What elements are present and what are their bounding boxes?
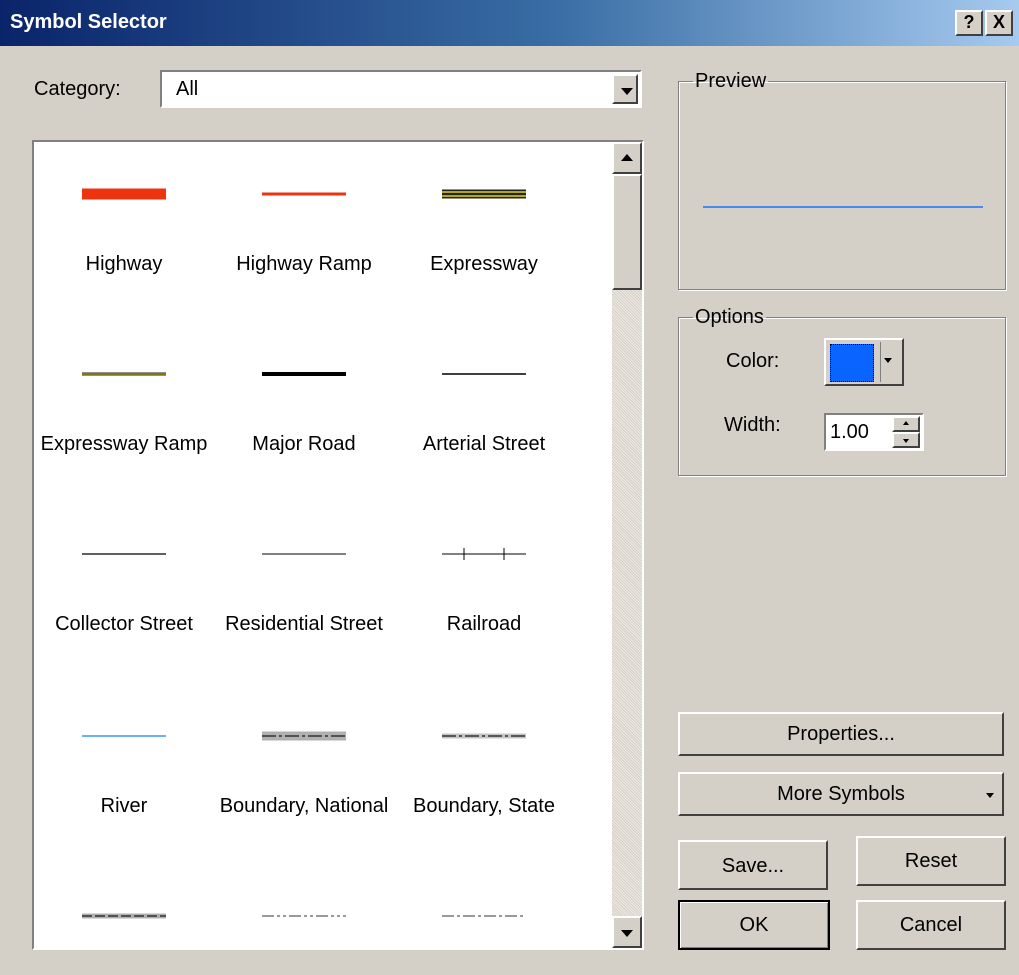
boundary-state-symbol: [394, 726, 574, 746]
residential-street-symbol: [214, 544, 394, 564]
title-bar: Symbol Selector ? X: [0, 0, 1019, 46]
scroll-down-button[interactable]: [612, 916, 642, 948]
chevron-down-icon: [884, 358, 892, 363]
width-value: 1.00: [830, 421, 869, 443]
major-road-symbol: [214, 364, 394, 384]
category-label: Category:: [34, 78, 121, 100]
chevron-up-icon: [903, 421, 909, 425]
category-dropdown-button[interactable]: [612, 74, 638, 104]
chevron-down-icon: [621, 88, 633, 95]
width-input[interactable]: 1.00: [824, 413, 924, 451]
symbol-label: Expressway: [430, 253, 538, 275]
boundary-national-symbol: [214, 726, 394, 746]
highway-ramp-symbol: [214, 184, 394, 204]
close-button[interactable]: X: [985, 10, 1013, 36]
symbol-label: Boundary, National: [219, 795, 389, 817]
category-value: All: [176, 78, 199, 100]
symbol-label: Residential Street: [225, 613, 383, 635]
preview-group: Preview: [678, 70, 1006, 290]
symbol-label: Collector Street: [55, 613, 193, 635]
reset-button[interactable]: Reset: [856, 836, 1006, 886]
ok-button[interactable]: OK: [678, 900, 830, 950]
symbol-label: Expressway Ramp: [40, 433, 208, 455]
chevron-down-icon: [621, 930, 633, 937]
symbol-label: Arterial Street: [422, 433, 546, 455]
options-legend: Options: [695, 306, 764, 328]
railroad-symbol: [394, 544, 574, 564]
save-button[interactable]: Save...: [678, 840, 828, 890]
expressway-symbol: [394, 184, 574, 204]
symbol-label: Highway: [85, 253, 163, 275]
expressway-ramp-symbol: [34, 364, 214, 384]
more-symbols-label: More Symbols: [777, 783, 905, 805]
river-symbol: [34, 726, 214, 746]
color-swatch: [830, 344, 874, 382]
width-increase-button[interactable]: [892, 416, 920, 432]
chevron-down-icon: [986, 793, 994, 798]
category-dropdown[interactable]: All: [160, 70, 642, 108]
preview-canvas: [703, 206, 983, 208]
symbol-label: River: [100, 795, 148, 817]
preview-legend: Preview: [695, 70, 767, 92]
width-label: Width:: [724, 414, 781, 436]
symbol-label: Major Road: [252, 433, 356, 455]
scroll-thumb[interactable]: [612, 174, 642, 290]
symbol-label: Railroad: [446, 613, 522, 635]
symbol-list-scrollbar[interactable]: [612, 142, 642, 948]
cancel-button[interactable]: Cancel: [856, 900, 1006, 950]
collector-street-symbol: [34, 544, 214, 564]
scroll-up-button[interactable]: [612, 142, 642, 174]
symbol-list[interactable]: Highway Highway Ramp Expressway Expressw…: [32, 140, 644, 950]
chevron-down-icon: [903, 439, 909, 443]
boundary-city-symbol: [214, 906, 394, 926]
more-symbols-button[interactable]: More Symbols: [678, 772, 1004, 816]
boundary-other-symbol: [394, 906, 574, 926]
width-decrease-button[interactable]: [892, 432, 920, 448]
color-label: Color:: [726, 350, 780, 372]
symbol-label: Boundary, State: [413, 795, 555, 817]
window-title: Symbol Selector: [10, 11, 167, 33]
chevron-up-icon: [621, 154, 633, 161]
color-picker-button[interactable]: [824, 338, 904, 386]
arterial-street-symbol: [394, 364, 574, 384]
properties-button[interactable]: Properties...: [678, 712, 1004, 756]
symbol-label: Highway Ramp: [236, 253, 372, 275]
boundary-county-symbol: [34, 906, 214, 926]
highway-symbol: [34, 184, 214, 204]
help-button[interactable]: ?: [955, 10, 983, 36]
